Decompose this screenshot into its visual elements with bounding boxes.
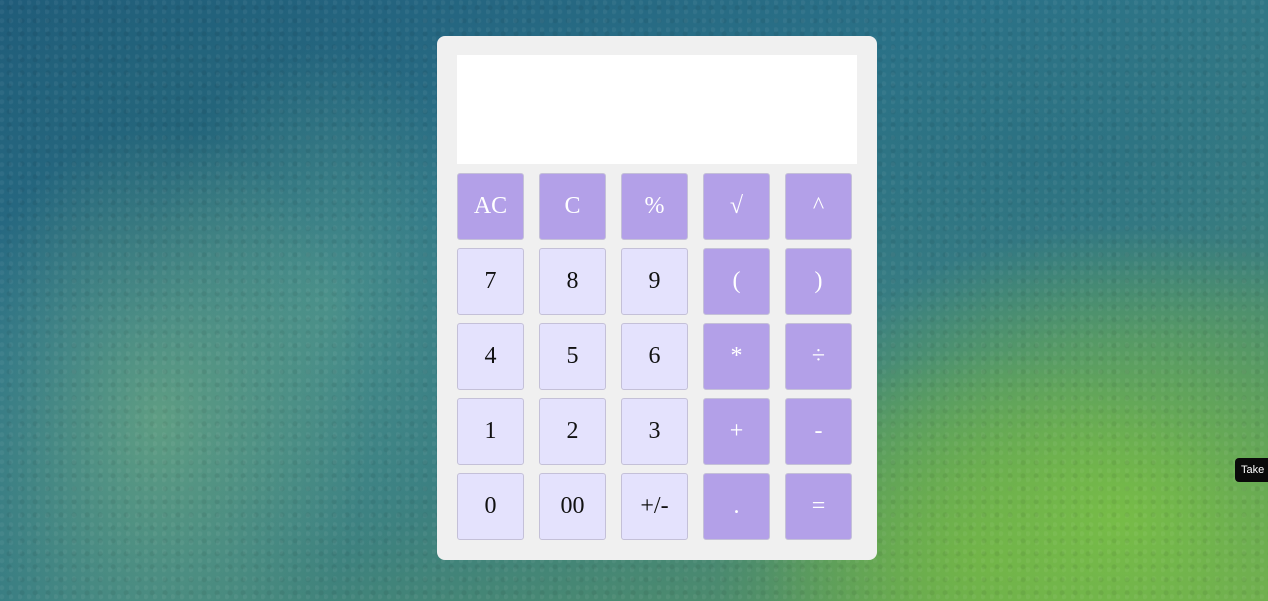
sign-toggle-button[interactable]: +/- <box>621 473 688 540</box>
all-clear-button[interactable]: AC <box>457 173 524 240</box>
calculator-display[interactable] <box>457 55 857 164</box>
close-paren-button[interactable]: ) <box>785 248 852 315</box>
calculator: AC C % √ ^ 7 8 9 ( ) 4 5 6 * ÷ 1 2 3 + -… <box>437 36 877 560</box>
plus-button[interactable]: + <box>703 398 770 465</box>
digit-0-button[interactable]: 0 <box>457 473 524 540</box>
percent-button[interactable]: % <box>621 173 688 240</box>
square-root-button[interactable]: √ <box>703 173 770 240</box>
divide-button[interactable]: ÷ <box>785 323 852 390</box>
digit-8-button[interactable]: 8 <box>539 248 606 315</box>
minus-button[interactable]: - <box>785 398 852 465</box>
open-paren-button[interactable]: ( <box>703 248 770 315</box>
equals-button[interactable]: = <box>785 473 852 540</box>
decimal-point-button[interactable]: . <box>703 473 770 540</box>
digit-7-button[interactable]: 7 <box>457 248 524 315</box>
digit-3-button[interactable]: 3 <box>621 398 688 465</box>
power-button[interactable]: ^ <box>785 173 852 240</box>
take-screenshot-tooltip[interactable]: Take <box>1235 458 1268 482</box>
double-zero-button[interactable]: 00 <box>539 473 606 540</box>
digit-6-button[interactable]: 6 <box>621 323 688 390</box>
digit-2-button[interactable]: 2 <box>539 398 606 465</box>
digit-4-button[interactable]: 4 <box>457 323 524 390</box>
digit-9-button[interactable]: 9 <box>621 248 688 315</box>
multiply-button[interactable]: * <box>703 323 770 390</box>
digit-1-button[interactable]: 1 <box>457 398 524 465</box>
digit-5-button[interactable]: 5 <box>539 323 606 390</box>
clear-button[interactable]: C <box>539 173 606 240</box>
